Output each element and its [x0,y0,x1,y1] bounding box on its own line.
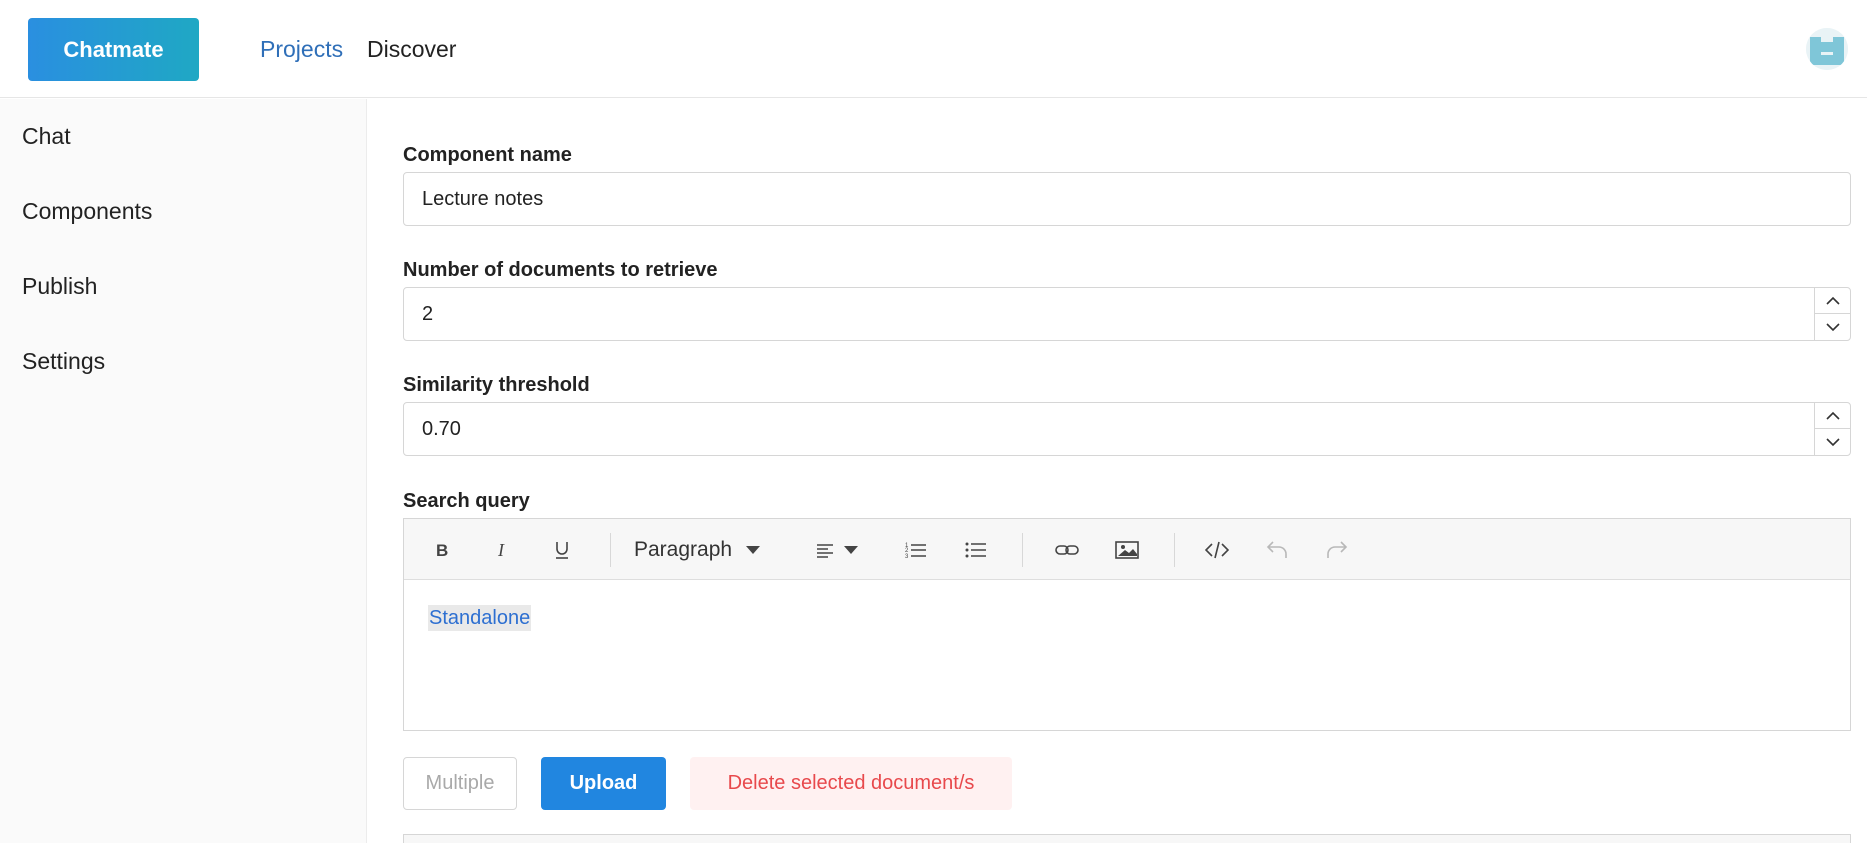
similarity-threshold-stepper [1814,403,1850,455]
redo-icon[interactable] [1319,535,1355,565]
nav-link-projects[interactable]: Projects [260,36,343,63]
toolbar-separator [1022,533,1023,567]
link-icon[interactable] [1049,535,1085,565]
code-icon[interactable] [1199,535,1235,565]
delete-selected-documents-button[interactable]: Delete selected document/s [690,757,1012,810]
search-query-label: Search query [403,490,530,512]
top-navbar: Chatmate Projects Discover [0,0,1867,98]
component-name-input[interactable] [403,172,1851,226]
num-documents-value: 2 [422,303,434,325]
similarity-threshold-label: Similarity threshold [403,374,590,396]
svg-text:3: 3 [905,554,909,559]
num-documents-input[interactable]: 2 [403,287,1851,341]
chevron-up-icon [1825,296,1840,305]
ordered-list-icon[interactable]: 123 [898,535,934,565]
similarity-threshold-decrement[interactable] [1815,429,1850,455]
align-left-icon [817,544,833,558]
sidebar-item-settings[interactable]: Settings [22,348,105,375]
upload-button[interactable]: Upload [541,757,666,810]
bullet-list-icon[interactable] [958,535,994,565]
underline-icon[interactable] [544,535,580,565]
similarity-threshold-input[interactable]: 0.70 [403,402,1851,456]
chevron-down-icon [1825,437,1840,446]
editor-toolbar: B I Paragraph 123 [404,519,1850,580]
num-documents-stepper [1814,288,1850,340]
similarity-threshold-value: 0.70 [422,418,461,440]
user-avatar-icon[interactable] [1806,28,1848,70]
chevron-up-icon [1825,411,1840,420]
chevron-down-icon [1825,322,1840,331]
sidebar: Chat Components Publish Settings [0,99,367,843]
caret-down-icon [844,545,858,554]
align-dropdown[interactable] [809,535,865,565]
toolbar-separator [610,533,611,567]
caret-down-icon [746,545,761,554]
italic-icon[interactable]: I [484,535,520,565]
documents-table-header [403,834,1851,843]
undo-icon[interactable] [1259,535,1295,565]
component-name-label: Component name [403,144,572,166]
similarity-threshold-increment[interactable] [1815,403,1850,429]
sidebar-item-chat[interactable]: Chat [22,123,71,150]
editor-content-link[interactable]: Standalone [428,605,532,631]
num-documents-label: Number of documents to retrieve [403,259,718,281]
editor-content[interactable]: Standalone [428,605,532,631]
svg-text:B: B [436,541,448,559]
nav-link-discover[interactable]: Discover [367,36,456,63]
num-documents-decrement[interactable] [1815,314,1850,340]
brand-button[interactable]: Chatmate [28,18,199,81]
rich-text-editor: B I Paragraph 123 Standalone [403,518,1851,731]
image-icon[interactable] [1109,535,1145,565]
num-documents-increment[interactable] [1815,288,1850,314]
bold-icon[interactable]: B [424,535,460,565]
sidebar-item-components[interactable]: Components [22,198,152,225]
block-format-label: Paragraph [634,538,733,561]
toolbar-separator [1174,533,1175,567]
sidebar-item-publish[interactable]: Publish [22,273,97,300]
svg-text:I: I [497,541,505,559]
block-format-dropdown[interactable]: Paragraph [634,535,779,565]
multiple-button[interactable]: Multiple [403,757,517,810]
